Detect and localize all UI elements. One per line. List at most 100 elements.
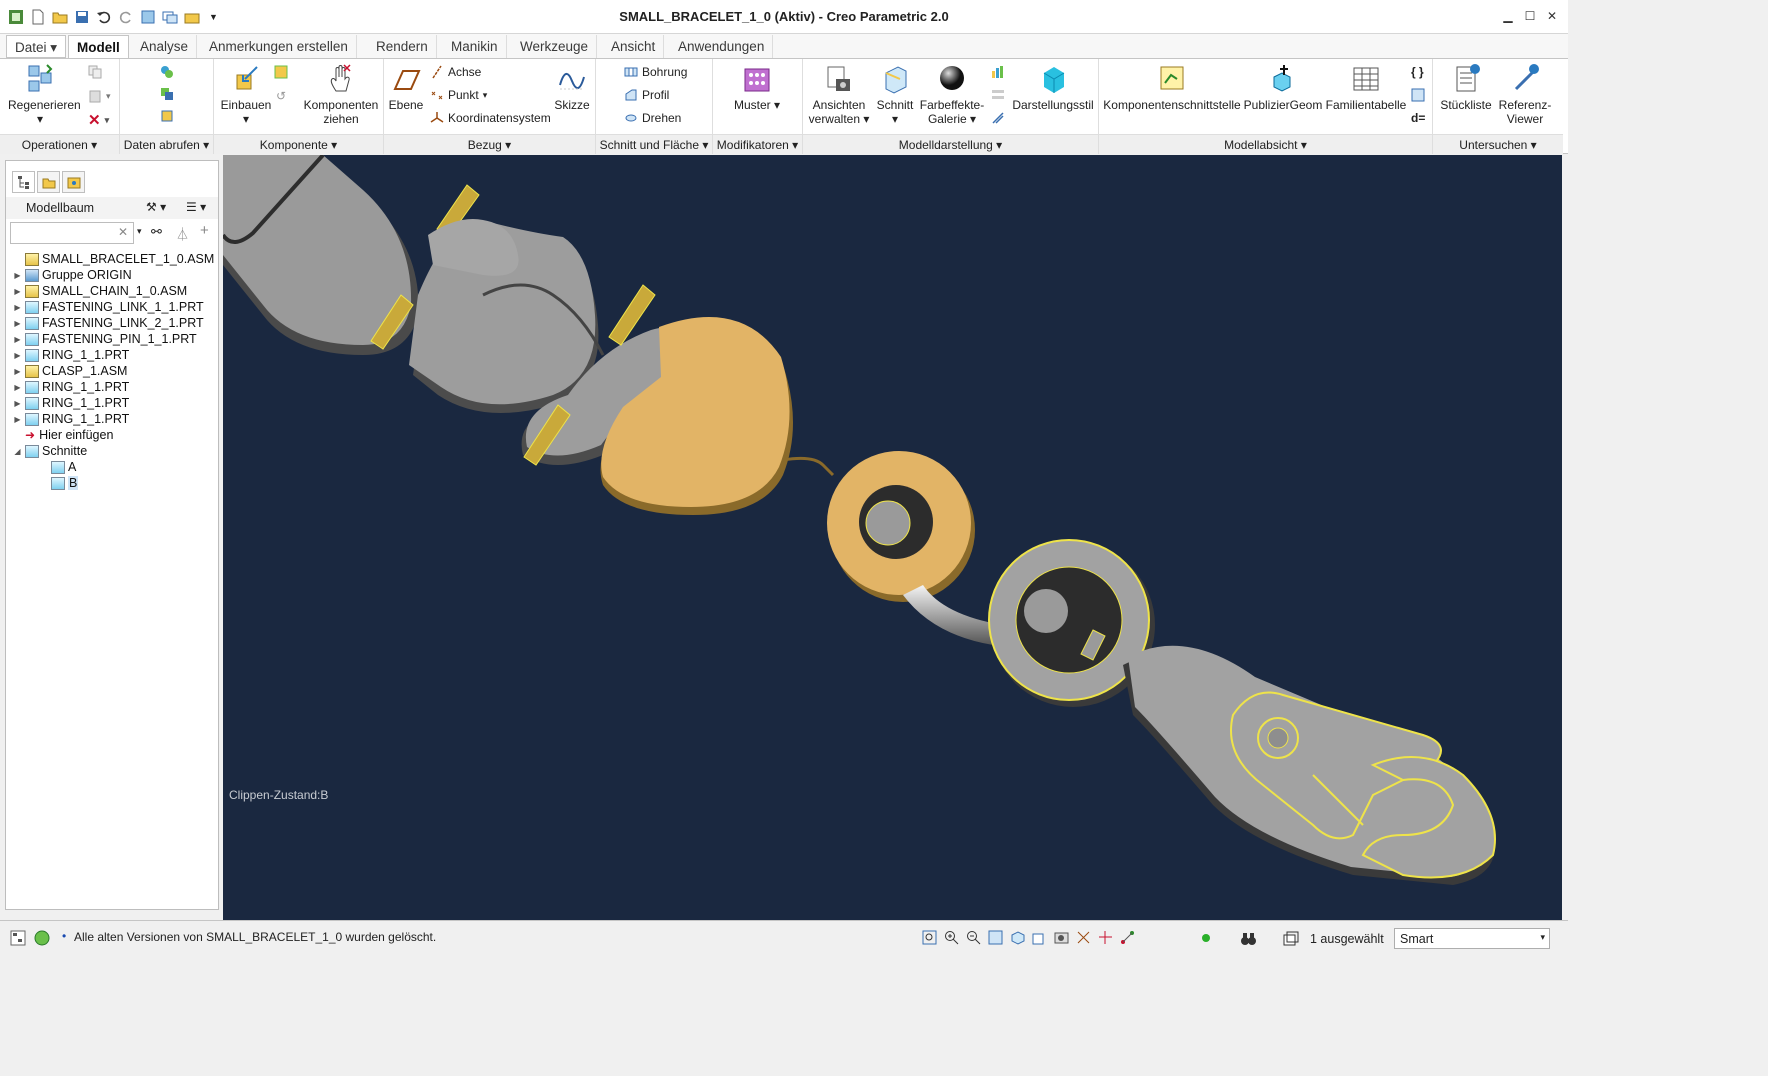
find-icon[interactable]: ⚯ — [151, 224, 162, 240]
revolve-button[interactable]: Drehen — [624, 111, 681, 125]
expand-icon[interactable]: ▶ — [12, 367, 23, 376]
group-label-modelldarstellung[interactable]: Modelldarstellung ▾ — [803, 134, 1098, 154]
display-list-icon[interactable] — [991, 88, 1005, 102]
model-tree-tab-icon[interactable] — [12, 171, 35, 193]
tab-manikin[interactable]: Manikin — [443, 35, 507, 58]
group-label-daten[interactable]: Daten abrufen ▾ — [120, 134, 213, 154]
repeat-icon[interactable]: ↺ — [276, 89, 286, 103]
csys-button[interactable]: Koordinatensystem — [430, 111, 551, 125]
repaint-icon[interactable] — [986, 928, 1004, 946]
expand-icon[interactable]: ▶ — [12, 271, 23, 280]
component-interface-button[interactable]: Komponentenschnittstelle — [1103, 63, 1241, 112]
expand-icon[interactable]: ▶ — [12, 415, 23, 424]
selection-buffer-icon[interactable] — [1282, 930, 1299, 950]
sketch-button[interactable]: Skizze — [550, 63, 594, 112]
toggle-navigator-icon[interactable] — [10, 930, 26, 949]
publish-geometry-button[interactable]: PublizierGeom — [1243, 63, 1323, 112]
tree-item[interactable]: B — [12, 475, 218, 491]
tab-analyse[interactable]: Analyse — [132, 35, 198, 58]
tree-item[interactable]: ▶ FASTENING_LINK_2_1.PRT — [12, 315, 218, 331]
saved-orientations-icon[interactable] — [1030, 928, 1048, 946]
tab-werkzeuge[interactable]: Werkzeuge — [512, 35, 598, 58]
profile-button[interactable]: Profil — [624, 88, 669, 102]
annotation-display-icon[interactable] — [1118, 928, 1136, 946]
delete-icon[interactable]: ✕ ▾ — [88, 111, 109, 129]
chevron-down-icon[interactable]: ▾ — [1540, 932, 1545, 943]
collapse-icon[interactable]: ◢ — [12, 447, 23, 456]
folder-browser-tab-icon[interactable] — [37, 171, 60, 193]
expand-icon[interactable]: ▶ — [12, 335, 23, 344]
shrinkwrap-icon[interactable] — [160, 109, 174, 123]
zoom-in-icon[interactable] — [942, 928, 960, 946]
minimize-icon[interactable]: ▁ — [1500, 8, 1516, 24]
relations-icon[interactable]: { } — [1411, 65, 1424, 79]
graphics-window[interactable]: Clippen-Zustand:B — [223, 155, 1562, 920]
group-label-operationen[interactable]: Operationen ▾ — [0, 134, 119, 154]
settings-icon[interactable]: ⚒ ▾ — [146, 200, 166, 214]
regenerate-button[interactable]: Regenerieren ▾ — [8, 63, 81, 126]
show-icon[interactable]: ☰ ▾ — [186, 200, 206, 214]
tree-item[interactable]: ▶ RING_1_1.PRT — [12, 379, 218, 395]
tree-item[interactable]: ▶ Gruppe ORIGIN — [12, 267, 218, 283]
drag-components-button[interactable]: Komponenten ziehen — [300, 63, 382, 126]
paste-icon[interactable]: ▾ — [88, 89, 111, 103]
section-button[interactable]: Schnitt ▾ — [873, 63, 917, 126]
copy-geometry-icon[interactable] — [160, 87, 174, 101]
tree-item[interactable]: ➜ Hier einfügen — [12, 427, 218, 443]
plane-button[interactable]: Ebene — [386, 63, 426, 112]
clear-search-icon[interactable]: ✕ — [118, 225, 128, 239]
tab-anmerkungen[interactable]: Anmerkungen erstellen — [201, 35, 357, 58]
close-icon[interactable]: ✕ — [1544, 8, 1560, 24]
tab-datei[interactable]: Datei ▾ — [6, 35, 67, 58]
maximize-icon[interactable]: ☐ — [1522, 8, 1538, 24]
add-column-icon[interactable]: + — [200, 222, 209, 239]
expand-icon[interactable]: ▶ — [12, 383, 23, 392]
axis-button[interactable]: Achse — [430, 65, 481, 79]
browser-toggle-icon[interactable] — [34, 930, 50, 949]
family-table-button[interactable]: Familientabelle — [1325, 63, 1407, 112]
manage-views-button[interactable]: Ansichten verwalten ▾ — [805, 63, 873, 126]
tree-item[interactable]: ◢ Schnitte — [12, 443, 218, 459]
display-style-button[interactable] — [991, 111, 1005, 125]
tree-item[interactable]: ▶ FASTENING_PIN_1_1.PRT — [12, 331, 218, 347]
group-label-untersuchen[interactable]: Untersuchen ▾ — [1433, 134, 1563, 154]
pattern-button[interactable]: Muster ▾ — [727, 63, 787, 112]
tree-item[interactable]: SMALL_BRACELET_1_0.ASM — [12, 251, 218, 267]
expand-icon[interactable]: ▶ — [12, 351, 23, 360]
appearance-gallery-button[interactable]: Farbeffekte- Galerie ▾ — [919, 63, 985, 126]
expand-icon[interactable]: ▶ — [12, 287, 23, 296]
filter-icon[interactable]: ⏃ — [176, 224, 189, 243]
einbauen-button[interactable]: Einbauen ▾ — [216, 63, 276, 126]
tab-ansicht[interactable]: Ansicht — [603, 35, 665, 58]
selection-filter-select[interactable]: Smart ▾ — [1394, 928, 1550, 949]
tree-item[interactable]: ▶ CLASP_1.ASM — [12, 363, 218, 379]
tree-item[interactable]: ▶ SMALL_CHAIN_1_0.ASM — [12, 283, 218, 299]
tree-item[interactable]: ▶ FASTENING_LINK_1_1.PRT — [12, 299, 218, 315]
dimension-switch-icon[interactable]: d= — [1411, 111, 1425, 125]
view-manager-icon[interactable] — [1052, 928, 1070, 946]
bom-button[interactable]: Stückliste — [1437, 63, 1495, 112]
group-label-modellabsicht[interactable]: Modellabsicht ▾ — [1099, 134, 1432, 154]
group-label-modifikatoren[interactable]: Modifikatoren ▾ — [713, 134, 802, 154]
hole-button[interactable]: Bohrung — [624, 65, 687, 79]
favorites-tab-icon[interactable] — [62, 171, 85, 193]
group-label-komponente[interactable]: Komponente ▾ — [214, 134, 383, 154]
create-component-icon[interactable] — [274, 65, 288, 79]
model-tree-search-input[interactable]: ✕ — [10, 222, 134, 244]
search-dropdown-icon[interactable]: ▾ — [137, 226, 142, 237]
perspective-icon[interactable] — [991, 65, 1005, 79]
tab-rendern[interactable]: Rendern — [368, 35, 437, 58]
expand-icon[interactable]: ▶ — [12, 399, 23, 408]
tab-modell[interactable]: Modell — [68, 35, 129, 58]
spin-center-icon[interactable] — [1096, 928, 1114, 946]
tab-anwendungen[interactable]: Anwendungen — [670, 35, 774, 58]
tree-item[interactable]: ▶ RING_1_1.PRT — [12, 347, 218, 363]
tree-item[interactable]: A — [12, 459, 218, 475]
bracelet-3d-model[interactable] — [223, 155, 1562, 920]
display-style-gallery[interactable]: Darstellungsstil — [1009, 63, 1097, 112]
display-style-status-icon[interactable] — [1008, 928, 1026, 946]
copy-icon[interactable] — [88, 65, 102, 79]
expand-icon[interactable]: ▶ — [12, 303, 23, 312]
zoom-out-icon[interactable] — [964, 928, 982, 946]
group-label-schnitt[interactable]: Schnitt und Fläche ▾ — [596, 134, 712, 154]
